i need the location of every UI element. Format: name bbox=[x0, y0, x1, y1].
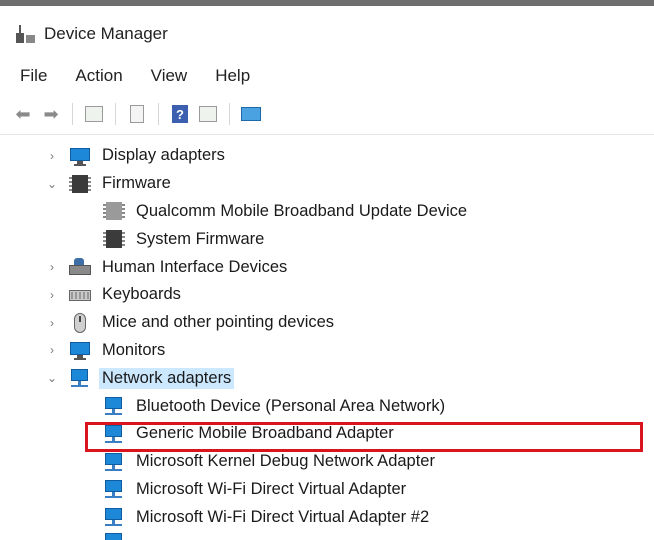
menu-help[interactable]: Help bbox=[211, 64, 254, 88]
help-button[interactable]: ? bbox=[169, 103, 191, 125]
tree-node-display-adapters[interactable]: › Display adapters bbox=[0, 142, 654, 170]
help-icon: ? bbox=[172, 105, 188, 123]
chip-icon bbox=[69, 174, 91, 194]
network-adapter-icon bbox=[103, 479, 125, 499]
network-adapter-icon bbox=[103, 452, 125, 472]
tree-node-qualcomm-update-device[interactable]: Qualcomm Mobile Broadband Update Device bbox=[0, 198, 654, 226]
collapse-chevron-icon[interactable]: ⌄ bbox=[45, 371, 59, 385]
device-manager-window: Device Manager File Action View Help ⬅ ➡… bbox=[0, 0, 654, 540]
mouse-icon bbox=[69, 312, 91, 333]
monitor-icon bbox=[69, 146, 91, 166]
network-adapter-icon bbox=[103, 396, 125, 416]
tree-node-mice[interactable]: › Mice and other pointing devices bbox=[0, 309, 654, 337]
tree-node-bluetooth-pan[interactable]: Bluetooth Device (Personal Area Network) bbox=[0, 392, 654, 420]
document-icon bbox=[130, 105, 144, 123]
toolbar-separator bbox=[229, 103, 230, 125]
tree-node-label: Keyboards bbox=[102, 285, 181, 304]
tree-node-label: Display adapters bbox=[102, 146, 225, 165]
properties-icon bbox=[85, 106, 103, 122]
tree-node-label: Bluetooth Device (Personal Area Network) bbox=[136, 396, 446, 415]
keyboard-icon bbox=[69, 285, 91, 305]
menu-bar: File Action View Help bbox=[0, 60, 654, 92]
back-arrow-icon: ⬅ bbox=[15, 104, 31, 124]
document-button[interactable] bbox=[126, 103, 148, 125]
properties-button[interactable] bbox=[83, 103, 105, 125]
expand-chevron-icon[interactable]: › bbox=[45, 343, 59, 357]
network-adapter-icon bbox=[103, 507, 125, 527]
hid-icon bbox=[69, 257, 91, 277]
tree-node-label: System Firmware bbox=[136, 229, 265, 248]
expand-chevron-icon[interactable]: › bbox=[45, 288, 59, 302]
menu-view[interactable]: View bbox=[147, 64, 192, 88]
tree-node-label: Firmware bbox=[102, 174, 171, 193]
toolbar: ⬅ ➡ ? bbox=[0, 96, 654, 132]
scan-hardware-icon bbox=[241, 107, 261, 121]
expand-chevron-icon[interactable]: › bbox=[45, 260, 59, 274]
chip-icon bbox=[103, 229, 125, 249]
expand-chevron-icon[interactable]: › bbox=[45, 149, 59, 163]
tree-node-label: Microsoft Wi-Fi Direct Virtual Adapter bbox=[136, 479, 407, 498]
tree-node-firmware[interactable]: ⌄ Firmware bbox=[0, 170, 654, 198]
device-tree: › Display adapters ⌄ Firmware Qualcomm M… bbox=[0, 142, 654, 531]
network-adapter-icon bbox=[103, 532, 125, 540]
menu-file[interactable]: File bbox=[16, 64, 51, 88]
device-manager-app-icon bbox=[14, 23, 36, 45]
tree-node-label: Mice and other pointing devices bbox=[102, 313, 335, 332]
toolbar-divider bbox=[0, 134, 654, 135]
scan-hardware-button[interactable] bbox=[240, 103, 262, 125]
tree-node-wifi-direct-adapter-2[interactable]: Microsoft Wi-Fi Direct Virtual Adapter #… bbox=[0, 503, 654, 531]
toolbar-separator bbox=[158, 103, 159, 125]
window-title: Device Manager bbox=[44, 24, 168, 43]
highlight-annotation-box bbox=[85, 422, 643, 452]
tree-node-monitors[interactable]: › Monitors bbox=[0, 337, 654, 365]
update-driver-button[interactable] bbox=[197, 103, 219, 125]
monitor-icon bbox=[69, 340, 91, 361]
collapse-chevron-icon[interactable]: ⌄ bbox=[45, 177, 59, 191]
tree-node-label: Network adapters bbox=[99, 367, 235, 389]
update-driver-icon bbox=[199, 106, 217, 122]
network-adapter-icon bbox=[69, 368, 91, 388]
forward-button[interactable]: ➡ bbox=[40, 103, 62, 125]
tree-node-wifi-direct-adapter[interactable]: Microsoft Wi-Fi Direct Virtual Adapter bbox=[0, 476, 654, 504]
tree-node-label: Qualcomm Mobile Broadband Update Device bbox=[136, 201, 468, 220]
tree-node-network-adapters[interactable]: ⌄ Network adapters bbox=[0, 364, 654, 392]
title-bar: Device Manager bbox=[0, 12, 654, 56]
tree-node-label: Human Interface Devices bbox=[102, 257, 288, 276]
expand-chevron-icon[interactable]: › bbox=[45, 316, 59, 330]
tree-node-system-firmware[interactable]: System Firmware bbox=[0, 225, 654, 253]
tree-node-label: Monitors bbox=[102, 340, 166, 359]
tree-node-label: Microsoft Kernel Debug Network Adapter bbox=[136, 452, 435, 471]
tree-node-label: Microsoft Wi-Fi Direct Virtual Adapter #… bbox=[136, 507, 430, 526]
chip-icon bbox=[103, 201, 125, 221]
forward-arrow-icon: ➡ bbox=[43, 104, 59, 124]
toolbar-separator bbox=[115, 103, 116, 125]
window-top-border bbox=[0, 0, 654, 6]
tree-node-human-interface-devices[interactable]: › Human Interface Devices bbox=[0, 253, 654, 281]
menu-action[interactable]: Action bbox=[71, 64, 126, 88]
back-button[interactable]: ⬅ bbox=[12, 103, 34, 125]
toolbar-separator bbox=[72, 103, 73, 125]
tree-node-keyboards[interactable]: › Keyboards bbox=[0, 281, 654, 309]
